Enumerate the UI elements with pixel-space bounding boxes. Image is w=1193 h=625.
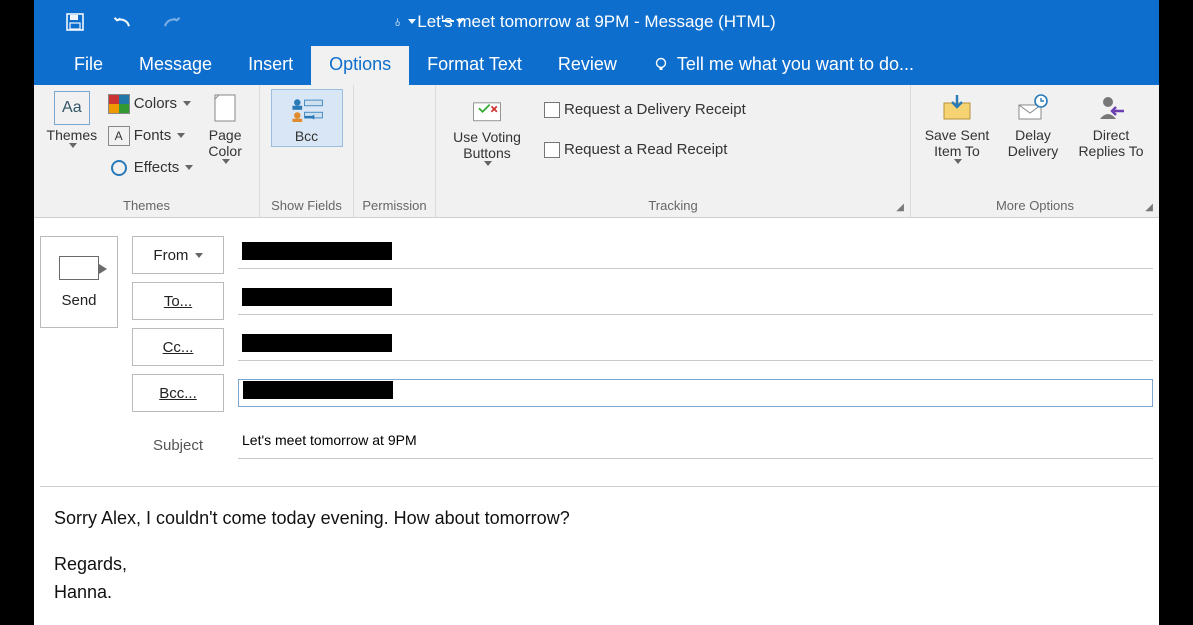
themes-group-label: Themes <box>42 196 251 217</box>
direct-replies-icon <box>1094 91 1128 125</box>
delay-delivery-button[interactable]: Delay Delivery <box>998 89 1068 159</box>
request-read-receipt[interactable]: Request a Read Receipt <box>544 137 746 163</box>
delay-delivery-icon <box>1016 91 1050 125</box>
tab-options[interactable]: Options <box>311 46 409 85</box>
body-line: Regards, <box>54 554 127 574</box>
body-line: Sorry Alex, I couldn't come today evenin… <box>54 505 1145 533</box>
colors-icon <box>108 94 130 114</box>
fonts-icon: A <box>108 126 130 146</box>
bcc-field[interactable]: user3@example.com <box>238 379 1153 407</box>
tab-message[interactable]: Message <box>121 46 230 85</box>
body-line: Hanna. <box>54 582 112 602</box>
effects-button[interactable]: Effects <box>108 155 194 181</box>
undo-icon[interactable] <box>112 11 134 33</box>
tracking-launcher-icon[interactable]: ◢ <box>894 202 906 215</box>
more-options-group-label: More Options <box>919 196 1151 217</box>
bcc-icon <box>290 92 324 126</box>
themes-button[interactable]: Aa Themes <box>42 89 102 148</box>
to-button[interactable]: To... <box>132 282 224 320</box>
tab-insert[interactable]: Insert <box>230 46 311 85</box>
message-body[interactable]: Sorry Alex, I couldn't come today evenin… <box>40 486 1159 625</box>
tell-me-search[interactable]: Tell me what you want to do... <box>635 46 932 85</box>
bcc-button[interactable]: Bcc... <box>132 374 224 412</box>
ribbon-tabs: File Message Insert Options Format Text … <box>34 44 1159 85</box>
tracking-group-label: Tracking <box>444 196 902 217</box>
subject-field[interactable]: Let's meet tomorrow at 9PM <box>238 431 1153 459</box>
colors-button[interactable]: Colors <box>108 91 194 117</box>
from-field[interactable]: user0@example.com <box>238 241 1153 269</box>
envelope-icon <box>59 256 99 280</box>
tab-review[interactable]: Review <box>540 46 635 85</box>
save-icon[interactable] <box>64 11 86 33</box>
tab-format-text[interactable]: Format Text <box>409 46 540 85</box>
title-bar: Let's meet tomorrow at 9PM - Message (HT… <box>34 0 1159 44</box>
checkbox-icon <box>544 142 560 158</box>
subject-label: Subject <box>132 426 224 464</box>
tell-me-label: Tell me what you want to do... <box>677 54 914 75</box>
bcc-toggle-button[interactable]: Bcc <box>271 89 343 147</box>
ribbon-body: Aa Themes Colors A Fonts <box>34 85 1159 219</box>
to-field[interactable]: user1@example.com <box>238 287 1153 315</box>
fonts-button[interactable]: A Fonts <box>108 123 194 149</box>
direct-replies-to-button[interactable]: Direct Replies To <box>1070 89 1152 159</box>
send-button[interactable]: Send <box>40 236 118 328</box>
use-voting-buttons[interactable]: Use Voting Buttons <box>444 91 530 166</box>
request-delivery-receipt[interactable]: Request a Delivery Receipt <box>544 97 746 123</box>
cc-field[interactable]: user2@example.com <box>238 333 1153 361</box>
redo-icon[interactable] <box>160 11 182 33</box>
qat-customize-icon[interactable] <box>442 11 464 33</box>
more-options-launcher-icon[interactable]: ◢ <box>1143 202 1155 215</box>
cc-button[interactable]: Cc... <box>132 328 224 366</box>
permission-group-label: Permission <box>362 196 427 217</box>
themes-label: Themes <box>47 127 98 143</box>
save-sent-item-to-button[interactable]: Save Sent Item To <box>918 89 996 164</box>
show-fields-group-label: Show Fields <box>268 196 345 217</box>
page-color-button[interactable]: Page Color <box>199 89 251 164</box>
compose-area: Send From user0@example.com To... user1@… <box>34 218 1159 625</box>
tab-file[interactable]: File <box>56 46 121 85</box>
save-sent-icon <box>940 91 974 125</box>
checkbox-icon <box>544 102 560 118</box>
voting-icon <box>470 93 504 127</box>
effects-icon <box>108 158 130 178</box>
touch-mode-icon[interactable] <box>394 11 416 33</box>
from-button[interactable]: From <box>132 236 224 274</box>
